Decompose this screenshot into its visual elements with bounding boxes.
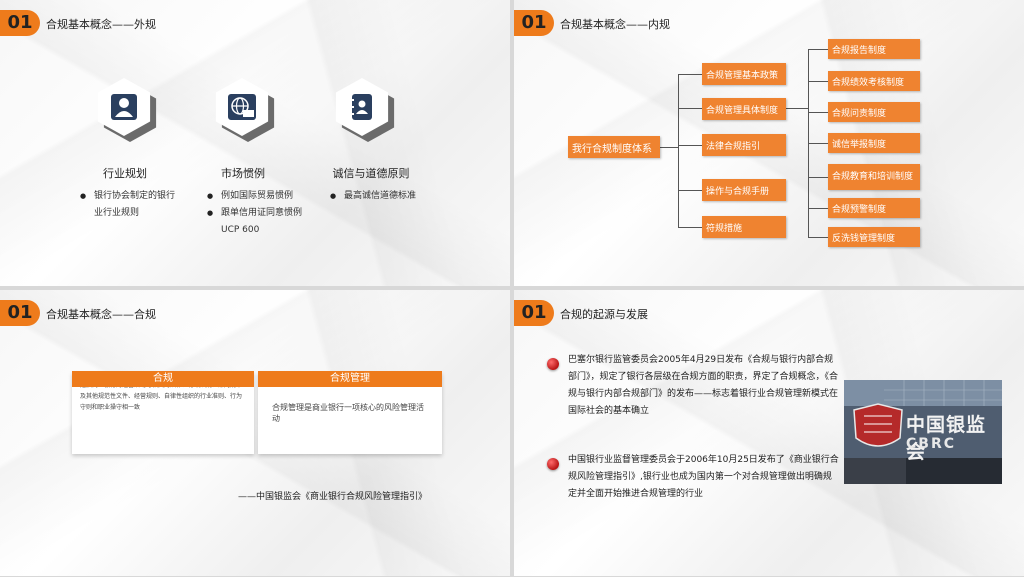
root-box: 我行合规制度体系 xyxy=(568,136,660,158)
connector-line xyxy=(660,147,678,148)
photo-logo-text: CBRC xyxy=(906,436,956,452)
level2-box: 反洗钱管理制度 xyxy=(828,227,920,247)
level1-box: 合规管理具体制度 xyxy=(702,98,786,120)
address-book-icon xyxy=(350,94,372,120)
connector-line xyxy=(678,74,679,228)
level2-box: 合规问责制度 xyxy=(828,102,920,122)
connector-line xyxy=(678,190,702,191)
bullet-item: 银行协会制定的银行业行业规则 xyxy=(80,188,180,222)
source-quote: ——中国银监会《商业银行合规风险管理指引》 xyxy=(238,492,428,502)
bullet-dot-icon xyxy=(547,358,559,370)
connector-line xyxy=(786,108,808,109)
slide-number-badge: 01 xyxy=(0,300,40,326)
level2-box: 诚信举报制度 xyxy=(828,133,920,153)
globe-icon xyxy=(228,94,256,120)
bullet-list: 银行协会制定的银行业行业规则 xyxy=(80,188,180,222)
slide-number-badge: 01 xyxy=(0,10,40,36)
connector-line xyxy=(808,112,828,113)
connector-line xyxy=(678,108,702,109)
bullet-list: 例如国际贸易惯例 跟单信用证同意惯例UCP 600 xyxy=(207,188,307,239)
slide-compliance-definition: 01 合规基本概念——合规 是指商业银行的经营活动与相关的法律、行政法规、部门规… xyxy=(0,290,510,576)
level2-box: 合规预警制度 xyxy=(828,198,920,218)
bullet-dot-icon xyxy=(547,458,559,470)
slide-origin-development: 01 合规的起源与发展 巴塞尔银行监管委员会2005年4月29日发布《合规与银行… xyxy=(514,290,1024,576)
slide-title: 合规的起源与发展 xyxy=(560,308,648,321)
slide-number-badge: 01 xyxy=(514,10,554,36)
cbrc-building-photo: 中国银监会 CBRC xyxy=(844,380,1002,484)
connector-line xyxy=(808,177,828,178)
connector-line xyxy=(808,143,828,144)
person-icon xyxy=(111,94,137,120)
level2-box: 合规报告制度 xyxy=(828,39,920,59)
level2-box: 合规绩效考核制度 xyxy=(828,71,920,91)
level1-box: 合规管理基本政策 xyxy=(702,63,786,85)
paragraph-cbrc: 中国银行业监督管理委员会于2006年10月25日发布了《商业银行合规风险管理指引… xyxy=(568,455,839,499)
bullet-item: 最高诚信道德标准 xyxy=(330,188,440,205)
slide-title: 合规基本概念——内规 xyxy=(560,18,670,31)
level1-box: 法律合规指引 xyxy=(702,134,786,156)
management-card-header: 合规管理 xyxy=(258,371,442,387)
definition-card-header: 合规 xyxy=(72,371,254,387)
level1-box: 符规措施 xyxy=(702,216,786,238)
slide-number-badge: 01 xyxy=(514,300,554,326)
slide-title: 合规基本概念——外规 xyxy=(46,18,156,31)
connector-line xyxy=(678,227,702,228)
bullet-list: 最高诚信道德标准 xyxy=(330,188,440,205)
paragraph-basel: 巴塞尔银行监管委员会2005年4月29日发布《合规与银行内部合规部门》，规定了银… xyxy=(568,355,839,416)
connector-line xyxy=(678,74,702,75)
connector-line xyxy=(808,49,828,50)
connector-line xyxy=(808,81,828,82)
slide-internal-rules: 01 合规基本概念——内规 我行合规制度体系 合规管理基本政策 合规管理具体制度… xyxy=(514,0,1024,286)
level2-box: 合规教育和培训制度 xyxy=(828,164,920,190)
connector-line xyxy=(678,145,702,146)
column-title: 行业规划 xyxy=(103,167,147,180)
column-title: 市场惯例 xyxy=(221,167,265,180)
column-title: 诚信与道德原则 xyxy=(332,167,410,180)
bullet-item: 跟单信用证同意惯例UCP 600 xyxy=(207,205,307,239)
level1-box: 操作与合规手册 xyxy=(702,179,786,201)
slide-external-rules: 01 合规基本概念——外规 行业规划 市场惯例 诚信与道德原则 ● 银行协会制定… xyxy=(0,0,510,286)
connector-line xyxy=(808,237,828,238)
slide-title: 合规基本概念——合规 xyxy=(46,308,156,321)
bullet-item: 例如国际贸易惯例 xyxy=(207,188,307,205)
connector-line xyxy=(808,208,828,209)
